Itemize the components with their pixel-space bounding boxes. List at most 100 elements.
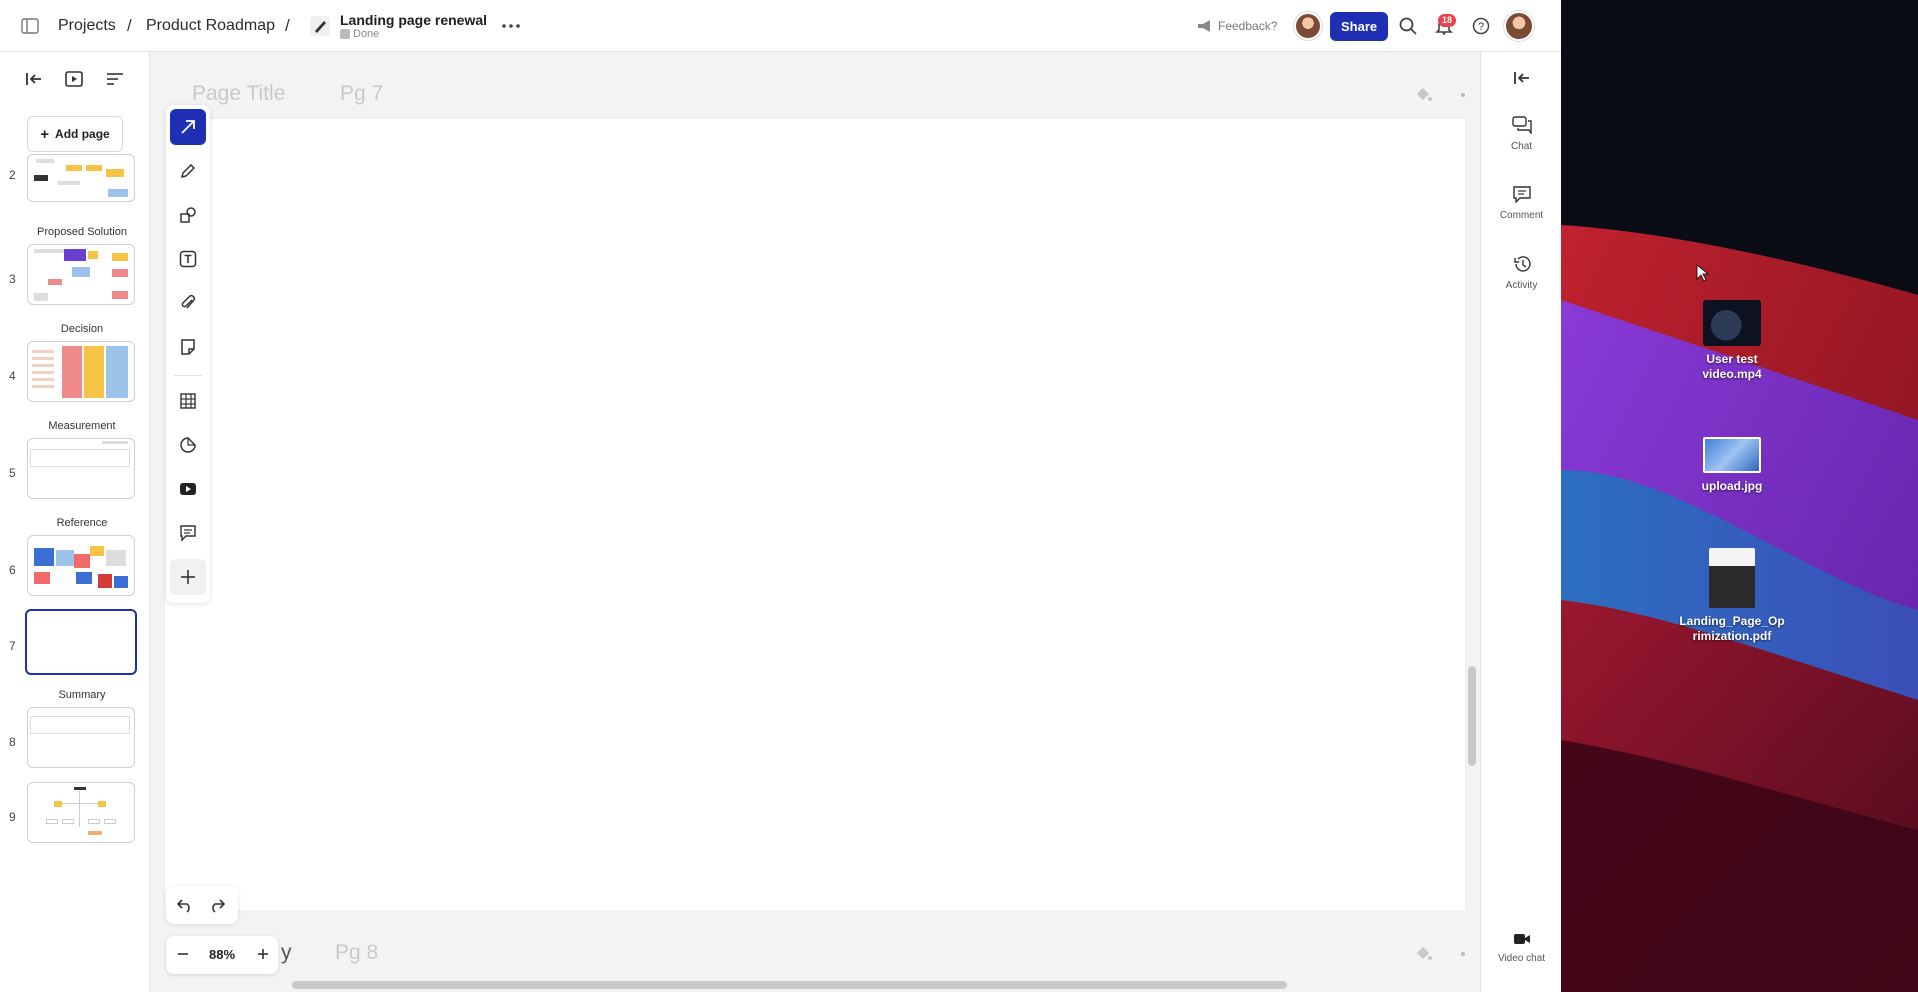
redo-icon[interactable] [208, 896, 226, 919]
page-number: 7 [9, 639, 16, 653]
pages-panel: + Add page 2 Proposed Solution 3 Decisio… [0, 52, 150, 992]
pen-icon [308, 0, 332, 52]
text-tool-icon[interactable] [170, 241, 206, 277]
add-page-button[interactable]: + Add page [27, 116, 123, 152]
page-section-label: Reference [56, 517, 108, 529]
collapse-panel-icon[interactable] [21, 66, 47, 92]
share-button-wrap: Share [1330, 0, 1389, 52]
paint-bucket-icon[interactable] [1413, 84, 1433, 109]
svg-text:?: ? [1478, 21, 1484, 33]
desktop-file-label: User test [1706, 352, 1758, 366]
sticker-tool-icon[interactable] [170, 427, 206, 463]
tool-palette [166, 105, 210, 603]
document-status[interactable]: Done [353, 28, 379, 40]
page-title-placeholder[interactable]: Page Title [192, 82, 285, 106]
right-rail: Chat Comment Activity Video chat [1480, 52, 1561, 992]
page-section-label: Proposed Solution [37, 226, 127, 238]
breadcrumb-separator: / [285, 16, 290, 35]
video-embed-tool-icon[interactable] [170, 471, 206, 507]
vertical-scrollbar[interactable] [1468, 666, 1476, 766]
desktop-file-label: upload.jpg [1701, 479, 1763, 493]
page-thumbnail-5[interactable] [27, 438, 135, 499]
outline-icon[interactable] [102, 66, 128, 92]
breadcrumb-separator: / [127, 16, 132, 35]
sidebar-toggle-icon[interactable] [20, 0, 40, 52]
desktop-file-image[interactable]: upload.jpg [1677, 437, 1787, 494]
search-icon[interactable] [1398, 0, 1418, 52]
top-bar: Projects / Product Roadmap / Landing pag… [0, 0, 1561, 52]
page-thumbnail-3[interactable] [27, 244, 135, 305]
toolbar-divider [174, 375, 202, 376]
breadcrumb-product-roadmap[interactable]: Product Roadmap [146, 0, 275, 52]
page-number: 9 [9, 810, 16, 824]
shape-tool-icon[interactable] [170, 197, 206, 233]
next-page-partial-title: y [281, 941, 292, 964]
attach-tool-icon[interactable] [170, 285, 206, 321]
breadcrumb-projects[interactable]: Projects [58, 0, 116, 52]
pen-tool-icon[interactable] [170, 153, 206, 189]
help-icon[interactable]: ? [1471, 0, 1491, 52]
collaborator-avatar[interactable] [1294, 0, 1322, 52]
user-avatar[interactable] [1504, 0, 1534, 52]
dot-icon [1461, 952, 1465, 956]
pdf-file-icon [1709, 548, 1755, 608]
avatar [1504, 11, 1534, 41]
more-icon[interactable] [500, 0, 522, 52]
desktop: User test video.mp4 upload.jpg Landing_P… [1561, 0, 1918, 992]
rail-label: Comment [1499, 210, 1544, 221]
desktop-file-video[interactable]: User test video.mp4 [1677, 300, 1787, 382]
page-thumbnail-8[interactable] [27, 707, 135, 768]
checkbox-icon [340, 29, 350, 39]
page-thumbnail-6[interactable] [27, 535, 135, 596]
comment-icon [1512, 186, 1531, 204]
feedback-link[interactable]: Feedback? [1218, 0, 1277, 52]
page-thumbnail-7[interactable] [25, 609, 137, 675]
comment-tool-icon[interactable] [170, 515, 206, 551]
desktop-file-label: Landing_Page_Op [1679, 614, 1785, 628]
sticky-note-tool-icon[interactable] [170, 329, 206, 365]
zoom-out-icon[interactable] [176, 947, 190, 966]
video-camera-icon [1513, 934, 1530, 944]
document-title-block[interactable]: Landing page renewal Done [340, 0, 487, 52]
image-file-icon [1703, 437, 1761, 473]
add-tool-icon[interactable] [170, 559, 206, 595]
document-title[interactable]: Landing page renewal [340, 12, 487, 28]
collapse-rail-icon[interactable] [1481, 70, 1562, 91]
table-tool-icon[interactable] [170, 383, 206, 419]
arrow-tool-icon[interactable] [170, 109, 206, 145]
rail-chat[interactable]: Chat [1481, 116, 1562, 152]
rail-label: Chat [1510, 141, 1533, 152]
add-page-label: Add page [55, 127, 110, 141]
wallpaper [1561, 0, 1918, 992]
page-number: 6 [9, 563, 16, 577]
horizontal-scrollbar[interactable] [292, 981, 1287, 989]
rail-video-chat[interactable]: Video chat [1481, 932, 1562, 964]
desktop-file-pdf[interactable]: Landing_Page_Op rimization.pdf [1677, 548, 1787, 644]
rail-comment[interactable]: Comment [1481, 185, 1562, 221]
megaphone-icon [1196, 0, 1214, 52]
page-section-label: Decision [60, 323, 104, 335]
rail-activity[interactable]: Activity [1481, 255, 1562, 291]
page-card[interactable] [165, 119, 1465, 910]
share-button[interactable]: Share [1330, 11, 1389, 41]
history-icon [1513, 256, 1531, 272]
page-number: 8 [9, 735, 16, 749]
paint-bucket-icon[interactable] [1413, 943, 1433, 968]
desktop-file-label: video.mp4 [1702, 367, 1762, 381]
page-thumbnail-4[interactable] [27, 341, 135, 402]
page-number: 4 [9, 369, 16, 383]
undo-icon[interactable] [176, 896, 194, 919]
present-icon[interactable] [61, 66, 87, 92]
page-thumbnail-2[interactable] [27, 154, 135, 202]
page-section-label: Measurement [48, 420, 116, 432]
chat-icon [1511, 116, 1532, 136]
page-section-label: Summary [58, 689, 106, 701]
zoom-level[interactable]: 88% [200, 947, 244, 962]
page-label: Pg 7 [340, 82, 384, 105]
rail-label: Activity [1505, 280, 1538, 291]
zoom-in-icon[interactable] [256, 947, 270, 966]
page-thumbnail-9[interactable] [27, 782, 135, 843]
page-number: 2 [9, 168, 16, 182]
plus-icon: + [40, 125, 50, 143]
next-page-label: Pg 8 [335, 941, 379, 964]
